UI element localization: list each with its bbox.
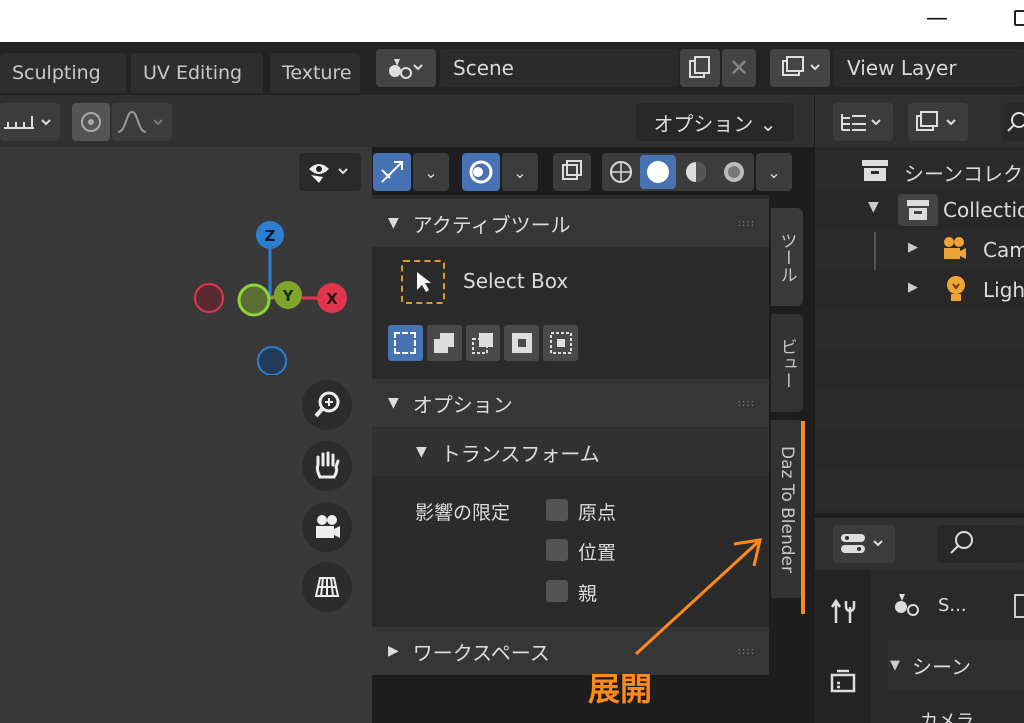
gizmo-x-label: X	[326, 290, 338, 308]
snap-increment-icon[interactable]	[0, 103, 60, 141]
scene-name-field[interactable]: Scene	[440, 49, 678, 87]
scene-panel-label: シーン	[912, 654, 971, 679]
outliner-empty-row	[815, 470, 1024, 510]
origins-label: 原点	[578, 502, 617, 524]
window-titlebar	[0, 0, 1024, 42]
tab-texture[interactable]: Texture	[270, 53, 360, 93]
material-shading-icon[interactable]	[678, 155, 714, 189]
active-tool-header-label: アクティブツール	[412, 212, 571, 237]
collapsed-triangle-icon[interactable]: ▶	[908, 280, 918, 295]
maximize-button[interactable]	[1014, 10, 1024, 26]
scene-collection-label: シーンコレク	[904, 162, 1023, 186]
light-object-label: Ligh	[983, 278, 1024, 302]
light-object-icon	[942, 274, 970, 309]
zoom-icon[interactable]	[302, 380, 352, 430]
locations-checkbox[interactable]	[546, 539, 568, 561]
camera-object-label: Cam	[983, 238, 1024, 262]
annotation-arrow	[634, 538, 762, 656]
hand-pan-icon[interactable]	[302, 441, 352, 491]
render-properties-icon[interactable]	[821, 660, 865, 704]
parents-checkbox[interactable]	[546, 580, 568, 602]
grid-icon[interactable]	[302, 562, 352, 612]
transform-header-label: トランスフォーム	[440, 441, 600, 466]
filter-render-layer-icon[interactable]	[908, 103, 968, 141]
active-tool-panel-header[interactable]: ▼ アクティブツール ::::	[372, 199, 769, 247]
expanded-triangle-icon: ▼	[890, 657, 900, 673]
collapsed-triangle-icon: ▶	[388, 643, 399, 659]
tab-tool[interactable]: ツール	[771, 208, 803, 306]
scene-breadcrumb: S...	[938, 595, 967, 616]
gizmo-toggle-icon[interactable]	[373, 153, 411, 191]
expanded-triangle-icon[interactable]: ▼	[868, 199, 879, 215]
tool-settings-icon[interactable]	[821, 590, 865, 634]
wireframe-shading-icon[interactable]	[604, 155, 638, 189]
scene-panel-header[interactable]: ▼ シーン	[888, 640, 1024, 690]
active-tool-name: Select Box	[463, 269, 569, 293]
camera-property-label: カメラ	[920, 711, 974, 723]
select-invert-icon[interactable]	[504, 325, 540, 361]
outliner-empty-row	[815, 390, 1024, 430]
select-intersect-icon[interactable]	[543, 325, 578, 361]
drag-grip-icon[interactable]: ::::	[738, 218, 755, 229]
expanded-triangle-icon: ▼	[388, 215, 399, 231]
locations-label: 位置	[578, 542, 617, 564]
collection-label: Collectio	[943, 198, 1024, 222]
affect-only-label: 影響の限定	[415, 502, 511, 524]
selection-mode-group	[388, 325, 578, 361]
gizmo-y-label: Y	[282, 287, 295, 305]
scene-icon[interactable]	[376, 49, 436, 87]
display-mode-icon[interactable]	[833, 103, 893, 141]
close-scene-icon[interactable]: ✕	[722, 49, 756, 87]
gizmo-z-label: Z	[265, 227, 276, 245]
workspace-header-label: ワークスペース	[412, 640, 550, 665]
tab-uv-editing[interactable]: UV Editing	[131, 53, 263, 93]
transform-subpanel-header[interactable]: ▼ トランスフォーム	[372, 428, 769, 476]
visibility-icon[interactable]	[299, 153, 361, 191]
annotation-highlight-bar	[801, 421, 805, 614]
scene-properties-icon	[893, 592, 923, 625]
collapsed-triangle-icon[interactable]: ▶	[908, 240, 918, 255]
navigation-gizmo[interactable]: Z Y X	[190, 215, 360, 375]
view-layer-field[interactable]: View Layer	[834, 49, 1024, 87]
outliner-search-icon[interactable]	[1002, 103, 1024, 141]
select-box-tool-icon[interactable]	[401, 260, 445, 304]
falloff-curve-icon[interactable]	[112, 103, 172, 141]
properties-search-field[interactable]	[937, 525, 1024, 563]
select-extend-icon[interactable]	[426, 325, 462, 361]
editor-type-icon[interactable]	[833, 525, 895, 563]
duplicate-scene-icon[interactable]	[680, 49, 720, 87]
tab-sculpting[interactable]: Sculpting	[0, 53, 126, 93]
minimize-button[interactable]: —	[926, 4, 950, 34]
rendered-shading-icon[interactable]	[716, 155, 752, 189]
overlay-dropdown-icon[interactable]: ⌄	[502, 153, 538, 191]
overlay-icon[interactable]	[462, 153, 500, 191]
camera-object-icon	[940, 234, 970, 269]
render-layer-icon[interactable]	[770, 49, 830, 87]
collection-box-icon	[860, 157, 890, 188]
origins-checkbox[interactable]	[546, 499, 568, 521]
xray-icon[interactable]	[553, 153, 591, 191]
annotation-label: 展開	[588, 670, 653, 708]
proportional-edit-icon[interactable]	[72, 103, 110, 141]
expanded-triangle-icon: ▼	[388, 395, 399, 411]
breadcrumb-layer-icon	[1014, 594, 1024, 618]
tab-daz-to-blender[interactable]: Daz To Blender	[771, 420, 803, 598]
drag-grip-icon[interactable]: ::::	[738, 398, 755, 409]
tab-view[interactable]: ビュー	[771, 314, 803, 412]
shading-dropdown-icon[interactable]: ⌄	[756, 153, 792, 191]
select-subtract-icon[interactable]	[465, 325, 501, 361]
collection-icon	[898, 194, 938, 226]
options-panel-header[interactable]: ▼ オプション ::::	[372, 379, 769, 427]
select-new-icon[interactable]	[388, 325, 423, 361]
outliner-empty-row	[815, 310, 1024, 350]
parents-label: 親	[578, 583, 598, 605]
solid-shading-icon[interactable]	[640, 155, 676, 189]
camera-icon[interactable]	[302, 502, 352, 552]
options-dropdown[interactable]: オプション ⌄	[636, 103, 794, 141]
gizmo-dropdown-icon[interactable]: ⌄	[413, 153, 449, 191]
expanded-triangle-icon: ▼	[416, 444, 427, 460]
options-header-label: オプション	[412, 392, 513, 417]
